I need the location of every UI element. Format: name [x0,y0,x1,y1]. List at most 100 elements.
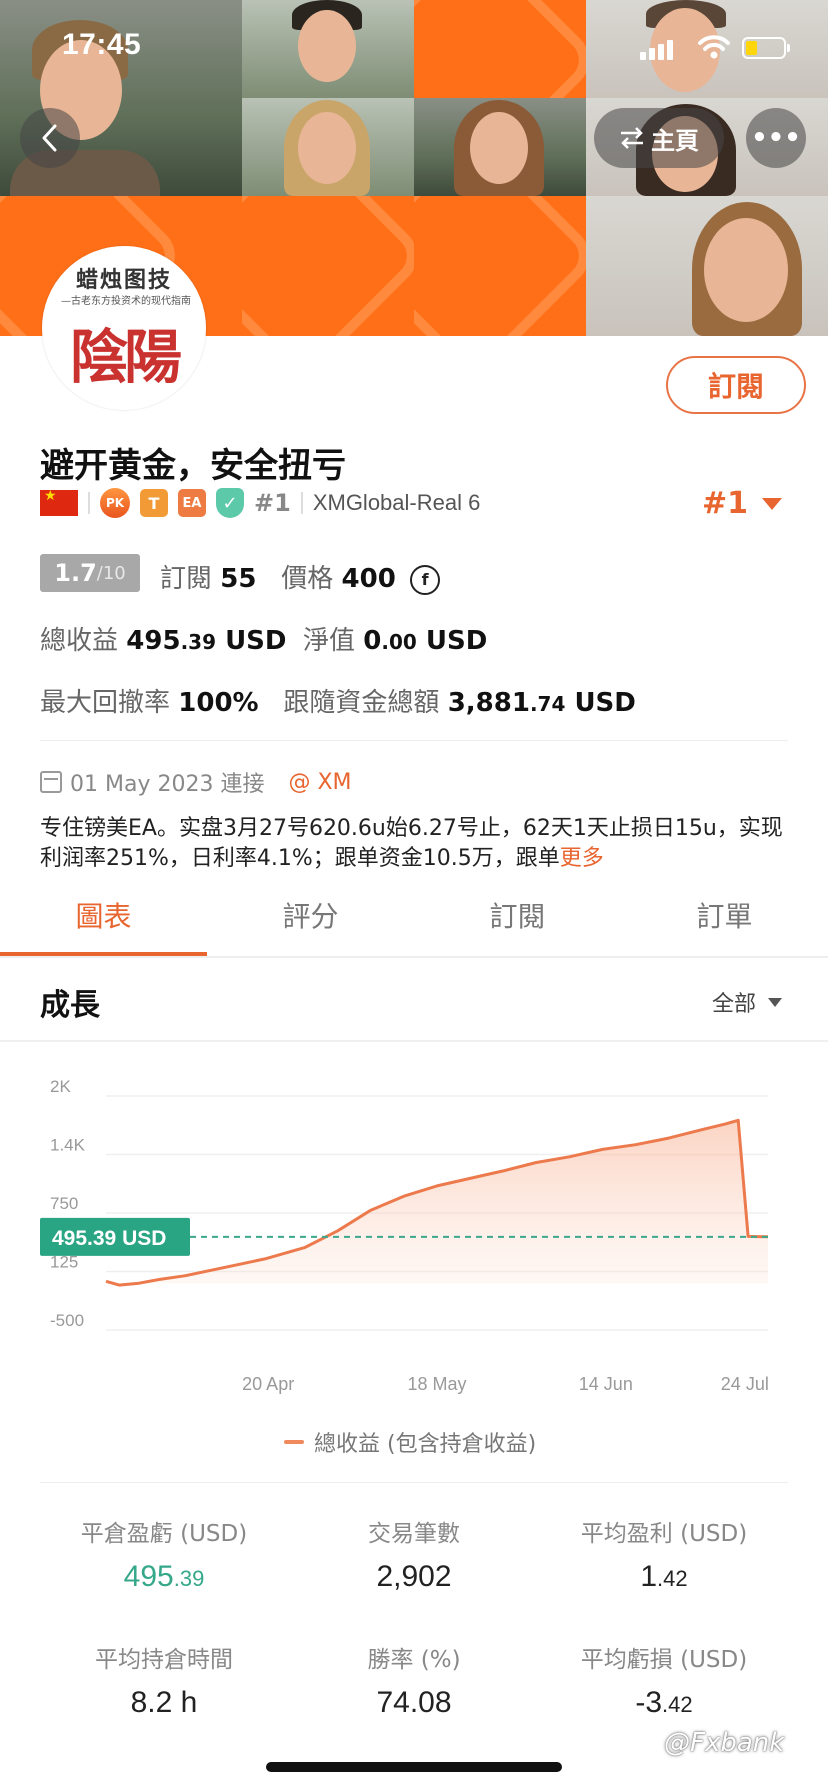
y-tick-label: 2K [50,1077,71,1096]
active-tab-indicator [0,952,207,956]
equity-int: 0 [363,626,382,656]
strategy-title: 避开黄金，安全扭亏 [40,446,346,486]
rank-dropdown[interactable]: #1 [702,486,783,521]
metric-avg-loss: 平均虧損 (USD) -3.42 [526,1640,802,1720]
section-title: 成長 [40,988,100,1023]
cover-photo [586,196,828,336]
equity-label: 淨值 [303,626,356,656]
avatar[interactable]: 蜡烛图技 —古老东方投资术的现代指南 陰陽 [42,246,206,410]
total-profit-label: 總收益 [40,626,119,656]
divider [300,492,303,514]
cover-photo [242,0,414,98]
metric-value: -3.42 [526,1686,802,1720]
legend-swatch [284,1440,304,1444]
growth-chart[interactable]: 2K1.4K750125-500 20 Apr 18 May 14 Jun 24 Ju… [0,1060,828,1400]
drawdown-label: 最大回撤率 [40,688,171,718]
price-value: 400 [341,564,396,594]
calendar-icon [40,771,62,793]
chevron-down-icon [762,497,783,510]
metric-value-int: 2,902 [376,1560,452,1593]
watermark: @Fxbank [664,1728,785,1758]
x-tick-label: 14 Jun [579,1374,633,1394]
more-link[interactable]: 更多 [560,846,604,871]
drawdown-funds-line: 最大回撤率 100% 跟隨資金總額 3,881.74 USD [40,682,636,719]
swap-icon [621,127,643,149]
ea-badge-icon[interactable]: EA [178,489,206,517]
t-badge-icon[interactable]: T [140,489,168,517]
broker-link[interactable]: @ XM [288,770,351,795]
metric-win-rate: 勝率 (%) 74.08 [276,1640,552,1720]
cover-pattern [242,196,414,336]
home-button[interactable]: 主頁 [594,108,724,168]
legend-label: 總收益 (包含持倉收益) [314,1432,537,1457]
divider [40,740,788,741]
follow-funds-unit: USD [574,688,636,718]
follow-funds-label: 跟隨資金總額 [283,688,440,718]
rank-small: #1 [254,489,291,517]
tab-orders[interactable]: 訂單 [621,886,828,956]
back-button[interactable] [20,108,80,168]
tab-rating[interactable]: 評分 [207,886,414,956]
metric-value-int: 8.2 h [130,1686,198,1719]
rank-value: #1 [702,486,749,521]
account-name: XMGlobal-Real 6 [312,490,481,515]
y-tick-label: 1.4K [50,1136,86,1155]
current-value-badge: 495.39 USD [40,1217,190,1256]
score-max: /10 [96,562,126,584]
more-button[interactable]: ••• [746,108,806,168]
metric-value-dec: .42 [657,1566,688,1591]
description-text: 专住镑美EA。实盘3月27号620.6u始6.27号止，62天1天止损日15u，… [40,816,783,871]
divider [40,1482,788,1483]
equity-unit: USD [425,626,488,656]
metric-label: 交易筆數 [368,1521,460,1547]
series-area [106,1120,768,1286]
metric-avg-profit: 平均盈利 (USD) 1.42 [526,1514,802,1594]
cover-pattern [414,196,586,336]
subscription-price-line: 訂閱 55 價格 400 f [160,558,441,595]
china-flag-icon [40,488,78,516]
metric-value-dec: .42 [662,1692,693,1717]
pk-badge-icon[interactable]: PK [100,488,130,518]
metric-value: 74.08 [276,1686,552,1720]
score-value: 1.7 [54,559,97,587]
cover-photo [242,98,414,196]
y-tick-label: 750 [50,1194,78,1213]
subscribe-count-label: 訂閱 [160,564,213,594]
metric-label: 平均盈利 (USD) [580,1521,748,1547]
chart-legend: 總收益 (包含持倉收益) [284,1426,536,1458]
x-tick-label: 24 Jul [721,1374,769,1394]
metric-label: 勝率 (%) [367,1647,461,1673]
tab-chart[interactable]: 圖表 [0,886,207,956]
verified-shield-icon[interactable]: ✓ [216,488,244,518]
wifi-icon [698,34,730,64]
chevron-down-icon [768,997,783,1007]
drawdown-value: 100% [178,688,259,718]
avatar-book-subtitle: —古老东方投资术的现代指南 [61,296,191,307]
divider [0,1040,828,1042]
metric-label: 平倉盈虧 (USD) [80,1521,248,1547]
battery-icon [742,37,790,59]
total-profit-int: 495 [126,626,181,656]
metric-value-int: 74.08 [376,1686,452,1719]
metric-label: 平均持倉時間 [95,1647,233,1673]
total-profit-dec: .39 [180,630,216,654]
range-dropdown[interactable]: 全部 [712,986,783,1018]
coin-icon: f [410,564,441,595]
cover-pattern [414,0,586,98]
connection-date: 01 May 2023 連接 [70,772,265,797]
price-label: 價格 [281,564,334,594]
metric-avg-hold-time: 平均持倉時間 8.2 h [26,1640,302,1720]
x-tick-label: 18 May [407,1374,466,1394]
metric-value-int: 495 [123,1560,174,1593]
x-tick-label: 20 Apr [242,1374,294,1394]
status-time: 17:45 [62,28,142,61]
equity-dec: .00 [381,630,417,654]
subscribe-button[interactable]: 訂閱 [666,356,806,414]
score-badge: 1.7 /10 [40,554,140,592]
more-icon: ••• [751,123,801,153]
follow-funds-int: 3,881 [447,688,530,718]
total-profit-unit: USD [225,626,287,656]
metric-label: 平均虧損 (USD) [580,1647,748,1673]
tab-subscription[interactable]: 訂閱 [414,886,621,956]
home-indicator[interactable] [266,1762,562,1772]
